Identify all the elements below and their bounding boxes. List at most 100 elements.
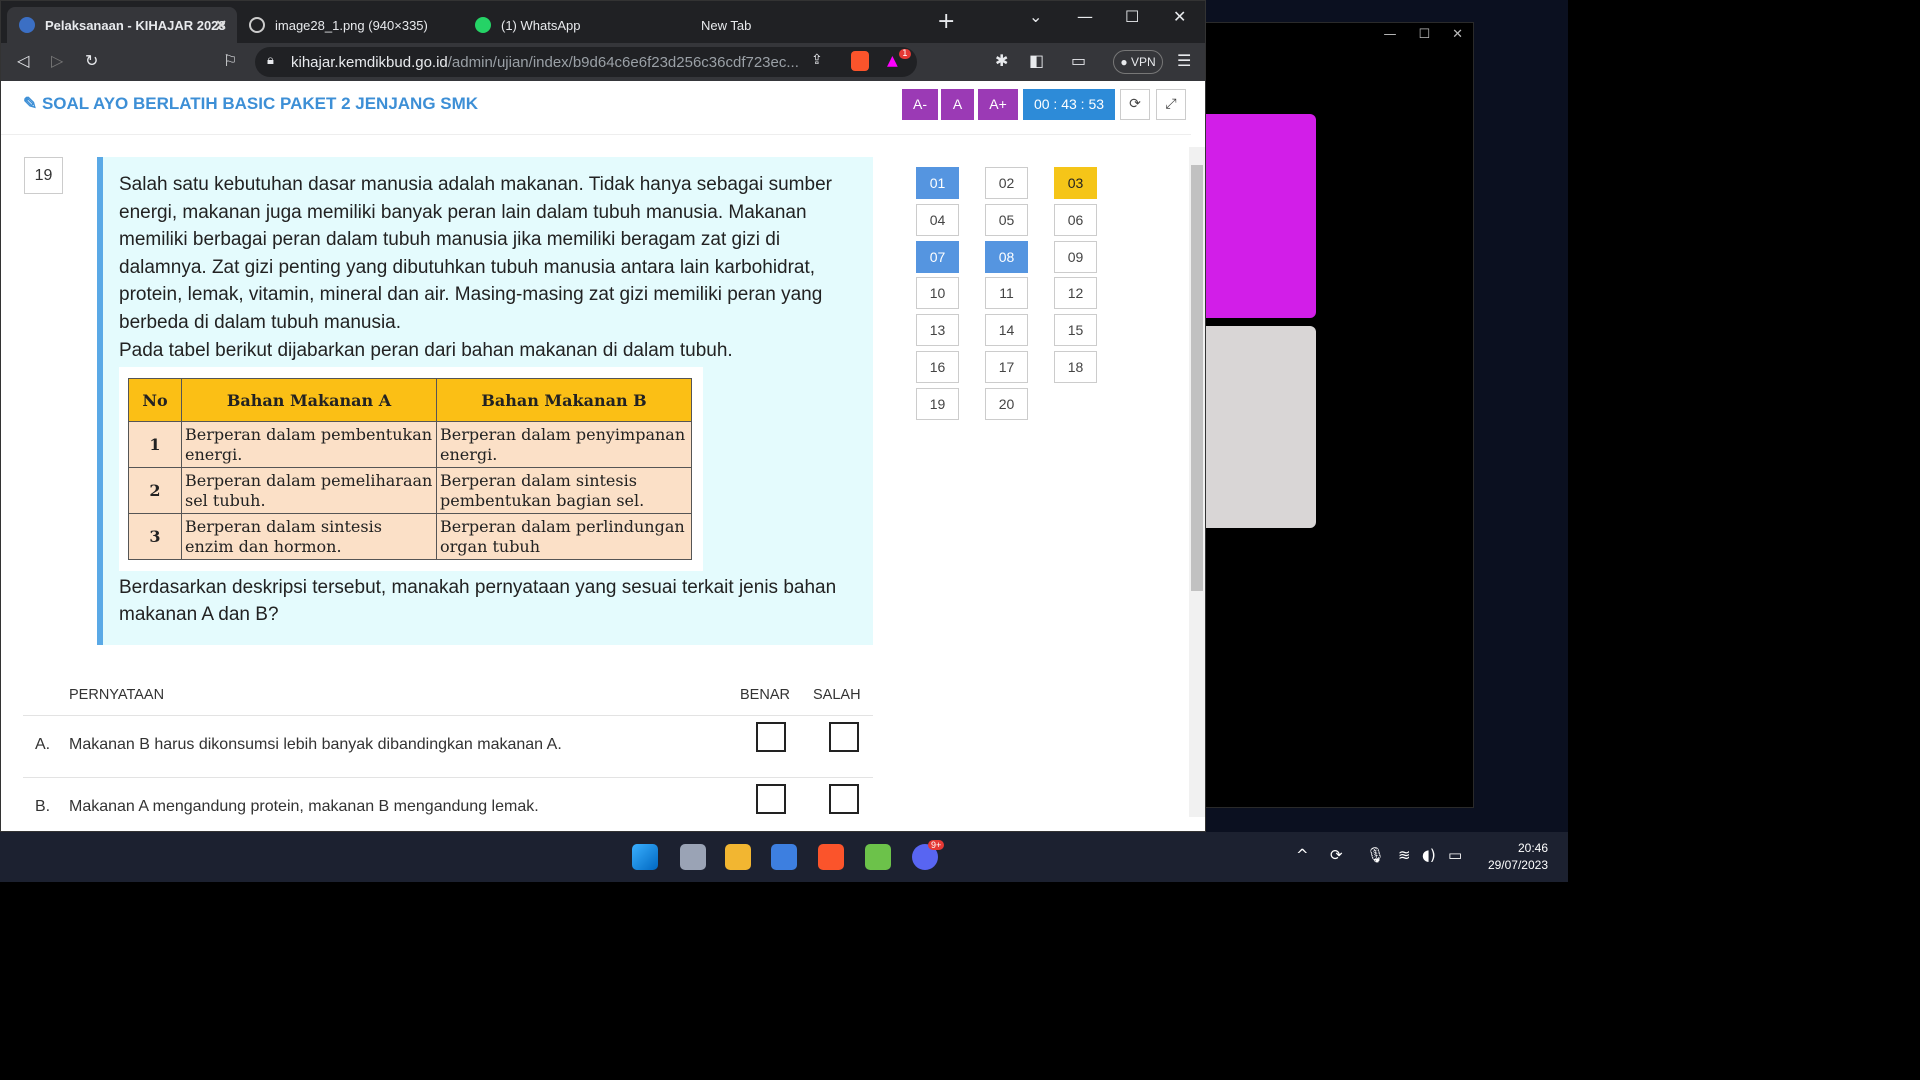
- microphone-icon[interactable]: 🎙︎: [1366, 846, 1385, 864]
- sync-icon[interactable]: ⟳: [1330, 846, 1343, 864]
- file-explorer-icon[interactable]: [725, 844, 751, 870]
- tab-new[interactable]: New Tab: [689, 7, 915, 43]
- table-header: No: [128, 378, 182, 422]
- task-view-icon[interactable]: [680, 844, 706, 870]
- menu-icon[interactable]: ☰: [1177, 51, 1191, 70]
- question-nav-button[interactable]: 11: [985, 277, 1028, 310]
- true-column-header: BENAR: [740, 687, 790, 703]
- true-checkbox[interactable]: [756, 722, 786, 752]
- brave-shield-icon[interactable]: [851, 51, 869, 71]
- globe-icon: [249, 17, 265, 33]
- maximize-icon[interactable]: ☐: [1125, 7, 1139, 26]
- question-nav-button[interactable]: 19: [916, 387, 959, 420]
- tab-label: Pelaksanaan - KIHAJAR 2023: [45, 17, 226, 33]
- volume-icon[interactable]: ◖): [1422, 846, 1436, 864]
- question-prompt: Berdasarkan deskripsi tersebut, manakah …: [119, 577, 837, 625]
- font-decrease-button[interactable]: A-: [902, 89, 938, 120]
- question-nav-button[interactable]: 14: [985, 314, 1028, 347]
- question-nav-button[interactable]: 03: [1054, 167, 1097, 199]
- edit-icon: ✎: [23, 94, 42, 113]
- question-nav-button[interactable]: 16: [916, 351, 959, 383]
- rewards-badge: 1: [899, 49, 911, 59]
- statement-column-header: PERNYATAAN: [69, 687, 165, 703]
- maximize-icon[interactable]: ☐: [1418, 27, 1430, 42]
- false-checkbox[interactable]: [829, 784, 859, 814]
- clock[interactable]: 20:46 29/07/2023: [1488, 840, 1548, 874]
- close-tab-icon[interactable]: ✕: [215, 17, 227, 34]
- table-cell: Berperan dalam sintesis enzim dan hormon…: [181, 513, 437, 560]
- minimize-icon[interactable]: —: [1077, 7, 1093, 26]
- false-checkbox[interactable]: [829, 722, 859, 752]
- table-cell: Berperan dalam sintesis pembentukan bagi…: [436, 467, 692, 514]
- tab-whatsapp[interactable]: (1) WhatsApp: [463, 7, 689, 43]
- brave-rewards-icon[interactable]: ▲: [887, 53, 898, 69]
- font-normal-button[interactable]: A: [941, 89, 974, 120]
- close-window-icon[interactable]: ✕: [1173, 7, 1186, 26]
- address-bar[interactable]: 🔒︎ kihajar.kemdikbud.go.id/admin/ujian/i…: [255, 47, 917, 77]
- question-nav-button[interactable]: 12: [1054, 277, 1097, 310]
- font-increase-button[interactable]: A+: [978, 89, 1018, 120]
- refresh-icon[interactable]: ⟳: [1120, 89, 1150, 120]
- store-icon[interactable]: [771, 844, 797, 870]
- wifi-icon[interactable]: ≋: [1398, 846, 1411, 864]
- tab-kihajar[interactable]: Pelaksanaan - KIHAJAR 2023 ✕: [7, 7, 237, 43]
- close-icon[interactable]: ✕: [1452, 27, 1463, 42]
- table-cell: Berperan dalam penyimpanan energi.: [436, 421, 692, 468]
- fullscreen-icon[interactable]: ⤢: [1156, 89, 1186, 120]
- page-header: ✎ SOAL AYO BERLATIH BASIC PAKET 2 JENJAN…: [1, 81, 1191, 135]
- question-nav-button[interactable]: 18: [1054, 351, 1097, 383]
- question-nav-button[interactable]: 17: [985, 351, 1028, 383]
- question-nav-button[interactable]: 04: [916, 203, 959, 236]
- reload-icon[interactable]: ↻: [85, 51, 98, 70]
- table-header: Bahan Makanan A: [181, 378, 437, 422]
- question-nav-button[interactable]: 15: [1054, 314, 1097, 347]
- forward-icon[interactable]: ▷: [51, 51, 63, 70]
- true-checkbox[interactable]: [756, 784, 786, 814]
- table-row: 1 Berperan dalam pembentukan energi. Ber…: [128, 421, 692, 468]
- share-icon[interactable]: ⇪: [811, 52, 823, 68]
- question-nav-button[interactable]: 20: [985, 387, 1028, 420]
- question-nav-button[interactable]: 10: [916, 277, 959, 310]
- question-nav-button[interactable]: 13: [916, 314, 959, 347]
- discord-badge: 9+: [928, 840, 945, 850]
- table-header: Bahan Makanan B: [436, 378, 692, 422]
- question-nav-button[interactable]: 09: [1054, 240, 1097, 273]
- vpn-button[interactable]: ● VPN: [1113, 50, 1163, 74]
- scrollbar-thumb[interactable]: [1191, 165, 1203, 591]
- browser-window: Pelaksanaan - KIHAJAR 2023 ✕ image28_1.p…: [0, 0, 1206, 832]
- tray-chevron-icon[interactable]: ^: [1296, 846, 1309, 864]
- sidebar-icon[interactable]: ◧: [1029, 51, 1044, 70]
- desktop: — ☐ ✕ Pelaksanaan - KIHAJAR 2023 ✕ image28…: [0, 0, 1568, 882]
- question-number: 19: [24, 157, 63, 194]
- question-nav-button[interactable]: 01: [916, 167, 959, 199]
- question-text: Salah satu kebutuhan dasar manusia adala…: [119, 171, 859, 364]
- minimize-icon[interactable]: —: [1383, 27, 1396, 42]
- app-cube-icon[interactable]: [865, 844, 891, 870]
- extensions-icon[interactable]: ✱: [995, 51, 1008, 70]
- tab-image[interactable]: image28_1.png (940×335): [237, 7, 463, 43]
- tab-bar: Pelaksanaan - KIHAJAR 2023 ✕ image28_1.p…: [1, 1, 1205, 43]
- question-nav-button[interactable]: 05: [985, 203, 1028, 236]
- food-role-table-image: No Bahan Makanan A Bahan Makanan B 1 Ber…: [119, 367, 703, 571]
- back-icon[interactable]: ◁: [17, 51, 29, 70]
- question-paragraph: Pada tabel berikut dijabarkan peran dari…: [119, 339, 733, 361]
- table-row: 2 Berperan dalam pemeliharaan sel tubuh.…: [128, 467, 692, 514]
- start-icon[interactable]: [632, 844, 658, 870]
- statement-letter: A.: [35, 736, 51, 753]
- brave-icon[interactable]: [818, 844, 844, 870]
- bookmark-icon[interactable]: ⚐: [223, 51, 237, 70]
- taskbar: 9+ ^ ⟳ 🎙︎ ≋ ◖) ▭ 20:46 29/07/2023: [0, 832, 1568, 882]
- question-box: Salah satu kebutuhan dasar manusia adala…: [97, 157, 873, 645]
- wallet-icon[interactable]: ▭: [1071, 51, 1086, 70]
- tab-search-chevron-icon[interactable]: ⌄: [1029, 7, 1042, 26]
- tab-label: (1) WhatsApp: [501, 17, 581, 33]
- tab-label: image28_1.png (940×335): [275, 17, 428, 33]
- question-nav-button[interactable]: 06: [1054, 203, 1097, 236]
- new-tab-plus-icon[interactable]: +: [937, 9, 955, 34]
- question-nav-button[interactable]: 02: [985, 167, 1028, 199]
- statement-letter: B.: [35, 798, 51, 815]
- question-nav-button[interactable]: 08: [985, 240, 1028, 273]
- battery-icon[interactable]: ▭: [1448, 846, 1462, 864]
- url-text: kihajar.kemdikbud.go.id/admin/ujian/inde…: [291, 54, 799, 71]
- question-nav-button[interactable]: 07: [916, 240, 959, 273]
